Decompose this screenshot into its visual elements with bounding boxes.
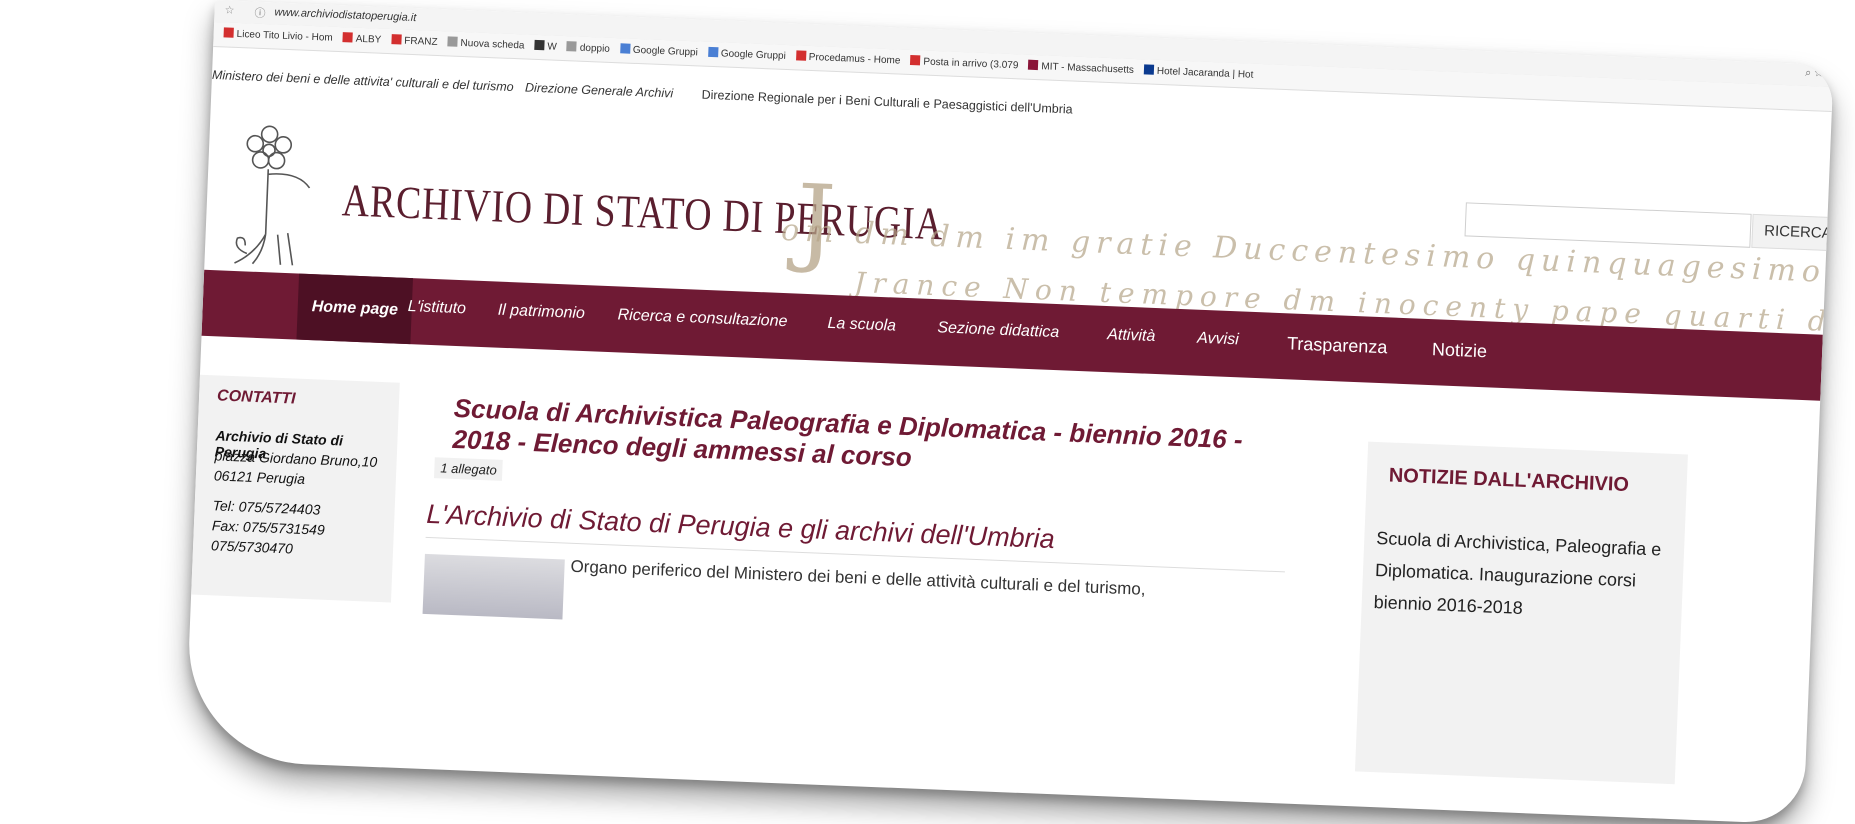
bookmark-label: MIT - Massachusetts [1041, 61, 1135, 76]
nav-ricerca[interactable]: Ricerca e consultazione [617, 306, 787, 331]
bookmark-label: Nuova scheda [460, 37, 525, 52]
contacts-extra: 075/5730470 [210, 537, 294, 557]
search-button[interactable]: RICERCA [1751, 213, 1834, 252]
bookmark-item[interactable]: MIT - Massachusetts [1028, 59, 1135, 76]
browser-window: ☆ ⓘ www.archiviodistatoperugia.it ⌕ ☆ Li… [184, 0, 1834, 824]
red-square-icon [223, 27, 234, 38]
mit-icon [1028, 59, 1039, 71]
url-text[interactable]: www.archiviodistatoperugia.it [274, 6, 416, 24]
news-panel-item[interactable]: Scuola di Archivistica, Paleografia e Di… [1373, 522, 1667, 630]
bookmark-item[interactable]: ALBY [342, 32, 381, 46]
nav-trasparenza[interactable]: Trasparenza [1287, 333, 1388, 358]
contacts-heading: CONTATTI [216, 387, 296, 408]
attachment-count[interactable]: 1 allegato [433, 457, 504, 481]
section-title: L'Archivio di Stato di Perugia e gli arc… [425, 498, 1056, 555]
news-panel-heading: NOTIZIE DALL'ARCHIVIO [1388, 464, 1630, 497]
bookmark-item[interactable]: W [534, 39, 558, 53]
bookmark-label: Liceo Tito Livio - Hom [236, 28, 333, 44]
bookmark-label: ALBY [355, 33, 382, 46]
nav-sezione-didattica[interactable]: Sezione didattica [937, 319, 1059, 342]
bookmark-item[interactable]: Hotel Jacaranda | Hot [1143, 64, 1254, 81]
contacts-panel: CONTATTI Archivio di Stato di Perugia pi… [191, 374, 400, 603]
news-panel: NOTIZIE DALL'ARCHIVIO Scuola di Archivis… [1354, 441, 1688, 785]
news-title-link[interactable]: Scuola di Archivistica Paleografia e Dip… [452, 393, 1274, 488]
bookmark-label: FRANZ [404, 35, 438, 48]
contacts-address-2: 06121 Perugia [213, 467, 306, 487]
red-square-icon [795, 50, 807, 61]
nav-patrimonio[interactable]: Il patrimonio [497, 302, 585, 323]
dga-link[interactable]: Direzione Generale Archivi [525, 81, 674, 101]
bookmark-item[interactable]: doppio [566, 41, 611, 55]
bookmark-label: Google Gruppi [632, 44, 699, 59]
search-input[interactable] [1464, 202, 1752, 248]
nav-scuola[interactable]: La scuola [827, 315, 896, 336]
bookmark-item[interactable]: Google Gruppi [707, 46, 787, 62]
gmail-icon [910, 54, 921, 66]
red-square-icon [391, 34, 402, 45]
nav-istituto[interactable]: L'istituto [407, 298, 467, 318]
contacts-tel: Tel: 075/5724403 [212, 497, 321, 518]
tree-logo-icon [234, 125, 311, 266]
bookmark-label: Procedamus - Home [808, 51, 901, 67]
bookmark-label: Posta in arrivo (3.079 [923, 56, 1019, 72]
page-icon [447, 36, 458, 47]
contacts-fax: Fax: 075/5731549 [211, 517, 326, 538]
bookmark-item[interactable]: FRANZ [391, 34, 438, 48]
wikipedia-icon [534, 39, 545, 51]
groups-icon [707, 46, 719, 58]
ministry-link[interactable]: Ministero dei beni e delle attivita' cul… [212, 68, 514, 94]
regional-link[interactable]: Direzione Regionale per i Beni Culturali… [701, 88, 1073, 117]
bookmark-item[interactable]: Procedamus - Home [795, 50, 901, 67]
bookmark-star-icon[interactable]: ☆ [224, 3, 234, 16]
nav-avvisi[interactable]: Avvisi [1197, 330, 1239, 350]
nav-attivita[interactable]: Attività [1107, 326, 1156, 346]
zoom-icon[interactable]: ⌕ ☆ [1805, 67, 1824, 81]
groups-icon [619, 43, 631, 54]
bookmark-label: Google Gruppi [720, 48, 787, 62]
nav-home-page[interactable]: Home page [296, 273, 414, 345]
info-icon[interactable]: ⓘ [254, 5, 266, 21]
article-thumbnail [422, 553, 565, 620]
bookmark-label: Hotel Jacaranda | Hot [1156, 65, 1254, 81]
nav-notizie[interactable]: Notizie [1432, 339, 1488, 362]
bookmark-item[interactable]: Posta in arrivo (3.079 [910, 54, 1019, 72]
bookmark-item[interactable]: Nuova scheda [447, 36, 525, 52]
hotel-icon [1143, 64, 1155, 75]
page-icon [566, 41, 578, 52]
bookmark-item[interactable]: Liceo Tito Livio - Hom [223, 27, 333, 44]
bookmark-item[interactable]: Google Gruppi [619, 43, 699, 59]
bookmark-label: doppio [579, 42, 611, 55]
red-square-icon [342, 32, 353, 43]
bookmark-label: W [547, 41, 558, 53]
